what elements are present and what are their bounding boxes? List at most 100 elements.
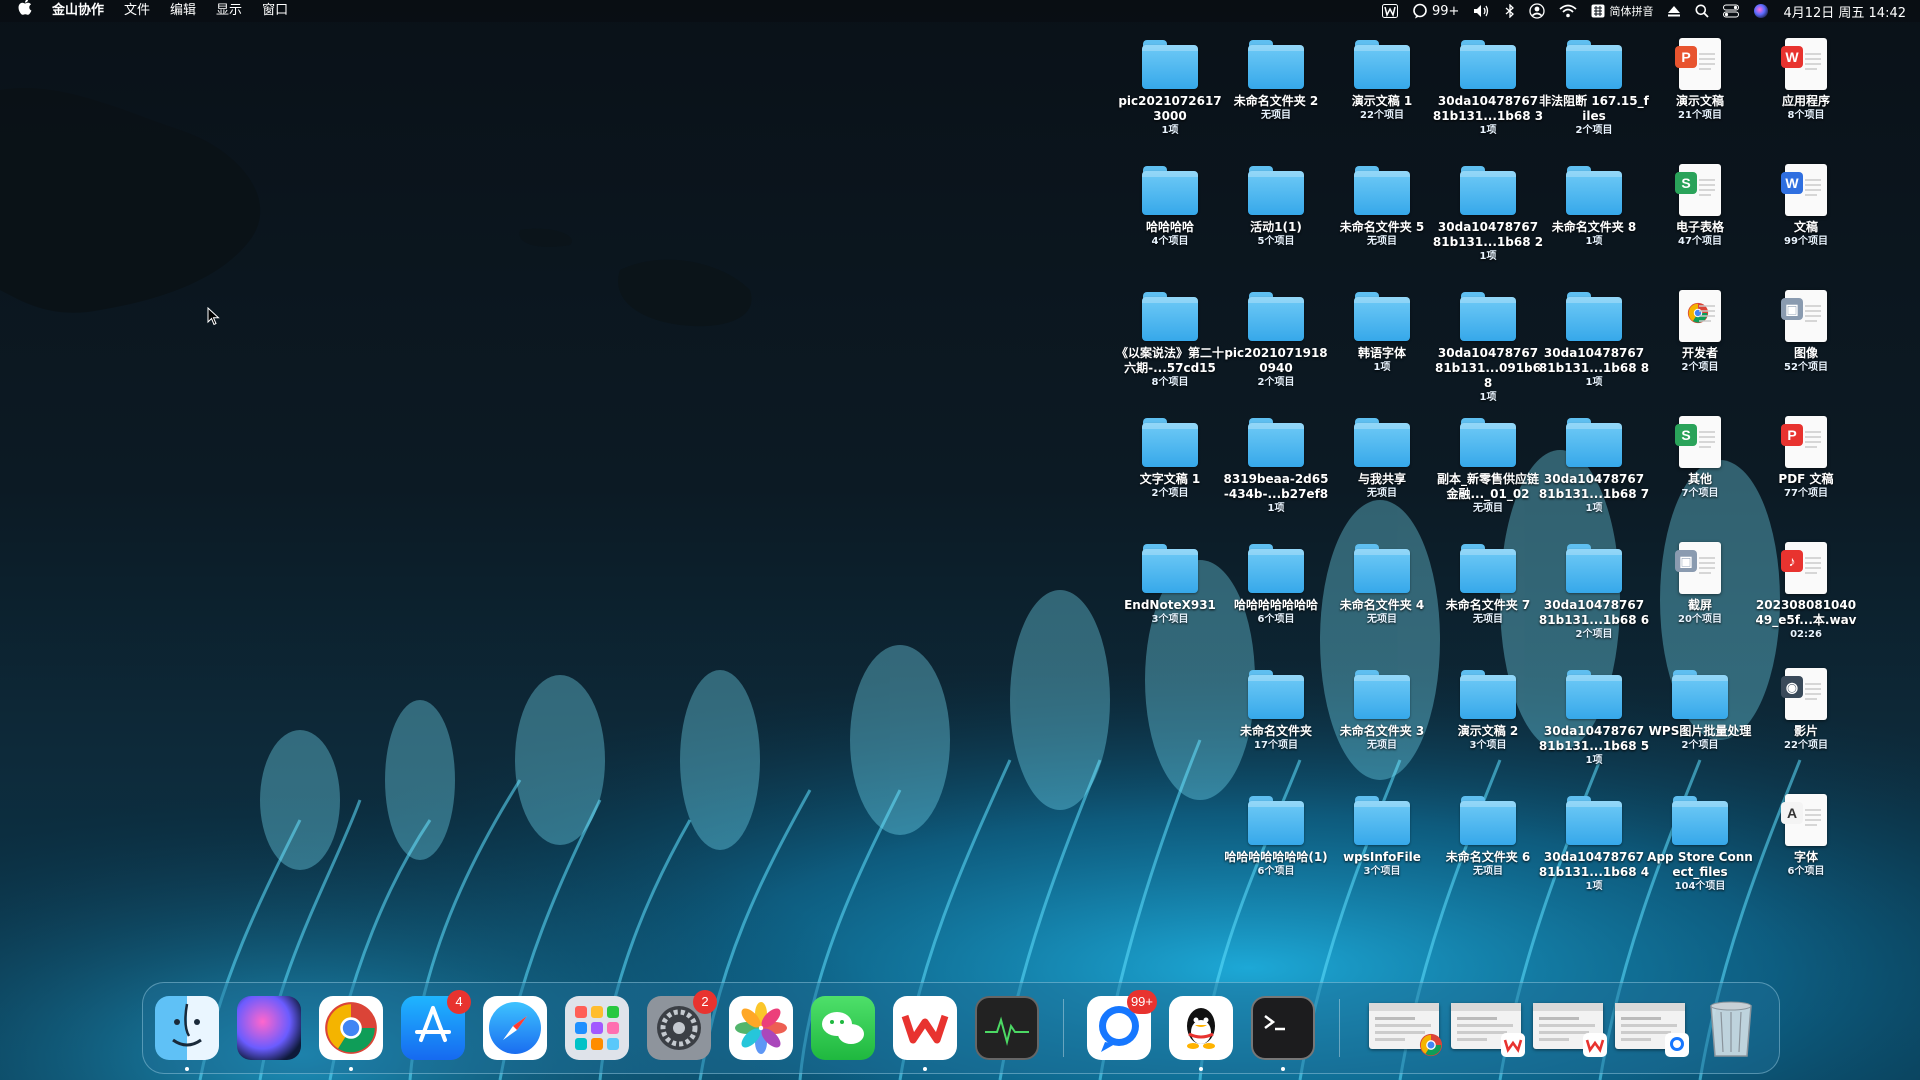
menu-bar: 金山协作 文件 编辑 显示 窗口 99+ 简体拼音 4月12日 周五 14:42	[0, 0, 1920, 22]
desktop-item[interactable]: 活动1(1) 5个项目	[1220, 162, 1332, 248]
desktop-item[interactable]: S 其他 7个项目	[1644, 414, 1756, 500]
desktop-item[interactable]: ◉ 影片 22个项目	[1750, 666, 1862, 752]
desktop-item[interactable]: 未命名文件夹 4 无项目	[1326, 540, 1438, 626]
desktop-item[interactable]: 未命名文件夹 3 无项目	[1326, 666, 1438, 752]
desktop-item[interactable]: 演示文稿 1 22个项目	[1326, 36, 1438, 122]
dock-item[interactable]	[809, 994, 877, 1062]
user-account-icon[interactable]	[1529, 0, 1546, 22]
clock-datetime[interactable]: 4月12日 周五 14:42	[1783, 0, 1906, 22]
desktop-item[interactable]: A 字体 6个项目	[1750, 792, 1862, 878]
desktop-item[interactable]: 未命名文件夹 2 无项目	[1220, 36, 1332, 122]
desktop-item[interactable]: ▣ 图像 52个项目	[1750, 288, 1862, 374]
desktop-item[interactable]: 8319beaa-2d65 -434b-...b27ef8 1项	[1220, 414, 1332, 515]
desktop-item[interactable]: WPS图片批量处理 2个项目	[1644, 666, 1756, 752]
control-center-icon[interactable]	[1723, 0, 1740, 22]
desktop-item-count: 无项目	[1367, 740, 1397, 751]
wps-window-thumb-1[interactable]	[1447, 995, 1525, 1057]
desktop-item[interactable]: P 演示文稿 21个项目	[1644, 36, 1756, 122]
apple-logo-icon[interactable]	[0, 0, 42, 23]
desktop-item[interactable]: 未命名文件夹 7 无项目	[1432, 540, 1544, 626]
wifi-icon[interactable]	[1559, 0, 1578, 22]
dock-item[interactable]	[891, 994, 959, 1071]
volume-icon[interactable]	[1473, 0, 1491, 22]
desktop-item-count: 5个项目	[1257, 236, 1295, 247]
desktop-item[interactable]: 30da10478767 81b131...1b68 4 1项	[1538, 792, 1650, 893]
desktop-item[interactable]: 文字文稿 1 2个项目	[1114, 414, 1226, 500]
menu-edit[interactable]: 编辑	[160, 0, 206, 22]
desktop-item[interactable]: 哈哈哈哈哈哈哈(1) 6个项目	[1220, 792, 1332, 878]
desktop-item-name: 《以案说法》第二十六期-...57cd15	[1115, 346, 1224, 375]
desktop-item[interactable]: 非法阻断 167.15_files 2个项目	[1538, 36, 1650, 137]
input-method-icon[interactable]: 简体拼音	[1591, 0, 1653, 22]
desktop-item-count: 无项目	[1473, 614, 1503, 625]
desktop-item[interactable]: 演示文稿 2 3个项目	[1432, 666, 1544, 752]
desktop-item[interactable]: 30da10478767 81b131...1b68 7 1项	[1538, 414, 1650, 515]
desktop-item[interactable]: pic2021071918 0940 2个项目	[1220, 288, 1332, 389]
desktop-item[interactable]: ▣ 截屏 20个项目	[1644, 540, 1756, 626]
folder-icon	[1563, 540, 1625, 596]
dock-badge: 99+	[1126, 990, 1157, 1014]
folder-icon	[1245, 288, 1307, 344]
desktop-item[interactable]: W 应用程序 8个项目	[1750, 36, 1862, 122]
finder-window-thumb[interactable]	[1611, 995, 1689, 1057]
desktop-item[interactable]: pic2021072617 3000 1项	[1114, 36, 1226, 137]
bluetooth-icon[interactable]	[1505, 0, 1515, 22]
desktop-item[interactable]: 韩语字体 1项	[1326, 288, 1438, 374]
desktop-item[interactable]: 未命名文件夹 6 无项目	[1432, 792, 1544, 878]
dock-item[interactable]: 4	[399, 990, 471, 1062]
launchpad-icon	[565, 996, 629, 1060]
desktop-item[interactable]: App Store Connect_files 104个项目	[1644, 792, 1756, 893]
desktop-item-name: App Store Connect_files	[1647, 850, 1753, 879]
desktop-item[interactable]: 哈哈哈哈哈哈哈 6个项目	[1220, 540, 1332, 626]
desktop-item[interactable]: 30da10478767 81b131...1b68 2 1项	[1432, 162, 1544, 263]
desktop-item[interactable]: W 文稿 99个项目	[1750, 162, 1862, 248]
dock-item[interactable]	[235, 994, 303, 1062]
desktop-item[interactable]: 未命名文件夹 17个项目	[1220, 666, 1332, 752]
desktop-item[interactable]: 与我共享 无项目	[1326, 414, 1438, 500]
dock-item[interactable]	[1249, 994, 1317, 1071]
folder-icon	[1457, 414, 1519, 470]
dock-item[interactable]	[563, 994, 631, 1062]
dock-item[interactable]	[973, 994, 1041, 1062]
desktop-item[interactable]: 30da10478767 81b131...091b68 1项	[1432, 288, 1544, 404]
app-name-menu[interactable]: 金山协作	[42, 0, 114, 22]
dock-item[interactable]	[1699, 994, 1767, 1062]
png-file-icon: ▣	[1669, 540, 1731, 596]
dock-item[interactable]	[153, 994, 221, 1071]
desktop-item[interactable]: wpsInfoFile 3个项目	[1326, 792, 1438, 878]
dock-item[interactable]	[1167, 994, 1235, 1071]
spotlight-search-icon[interactable]	[1695, 0, 1710, 22]
menu-file[interactable]: 文件	[114, 0, 160, 22]
chrome-icon	[319, 996, 383, 1060]
siri-menubar-icon[interactable]	[1753, 0, 1769, 22]
menu-window[interactable]: 窗口	[252, 0, 298, 22]
wps-window-thumb-2[interactable]	[1529, 995, 1607, 1057]
dock-item[interactable]	[481, 994, 549, 1062]
desktop-item[interactable]: 副本_新零售供应链金融..._01_02 无项目	[1432, 414, 1544, 515]
desktop-item[interactable]: 哈哈哈哈 4个项目	[1114, 162, 1226, 248]
desktop-item-count: 8个项目	[1787, 110, 1825, 121]
desktop-item[interactable]: 30da10478767 81b131...1b68 6 2个项目	[1538, 540, 1650, 641]
desktop-item[interactable]: 开发者 2个项目	[1644, 288, 1756, 374]
dock-item[interactable]	[317, 994, 385, 1071]
messages-status-icon[interactable]: 99+	[1412, 0, 1459, 22]
desktop-item[interactable]: EndNoteX931 3个项目	[1114, 540, 1226, 626]
desktop-item[interactable]: 30da10478767 81b131...1b68 8 1项	[1538, 288, 1650, 389]
desktop-item[interactable]: 未命名文件夹 8 1项	[1538, 162, 1650, 248]
desktop-item[interactable]: 30da10478767 81b131...1b68 3 1项	[1432, 36, 1544, 137]
desktop-item[interactable]: 未命名文件夹 5 无项目	[1326, 162, 1438, 248]
dock-item[interactable]	[727, 994, 795, 1062]
eject-icon[interactable]	[1667, 0, 1681, 22]
chrome-window-thumb[interactable]	[1365, 995, 1443, 1057]
dock-item[interactable]: 99+	[1085, 990, 1157, 1062]
desktop-item[interactable]: P PDF 文稿 77个项目	[1750, 414, 1862, 500]
desktop-item-count: 1项	[1585, 503, 1603, 514]
desktop-item[interactable]: S 电子表格 47个项目	[1644, 162, 1756, 248]
desktop-item[interactable]: ♪ 202308081040 49_e5f...本.wav 02:26	[1750, 540, 1862, 641]
menu-view[interactable]: 显示	[206, 0, 252, 22]
desktop-item[interactable]: 《以案说法》第二十六期-...57cd15 8个项目	[1114, 288, 1226, 389]
desktop-item[interactable]: 30da10478767 81b131...1b68 5 1项	[1538, 666, 1650, 767]
font-file-icon: A	[1775, 792, 1837, 848]
wps-status-icon[interactable]	[1382, 0, 1399, 22]
dock-item[interactable]: 2	[645, 990, 717, 1062]
